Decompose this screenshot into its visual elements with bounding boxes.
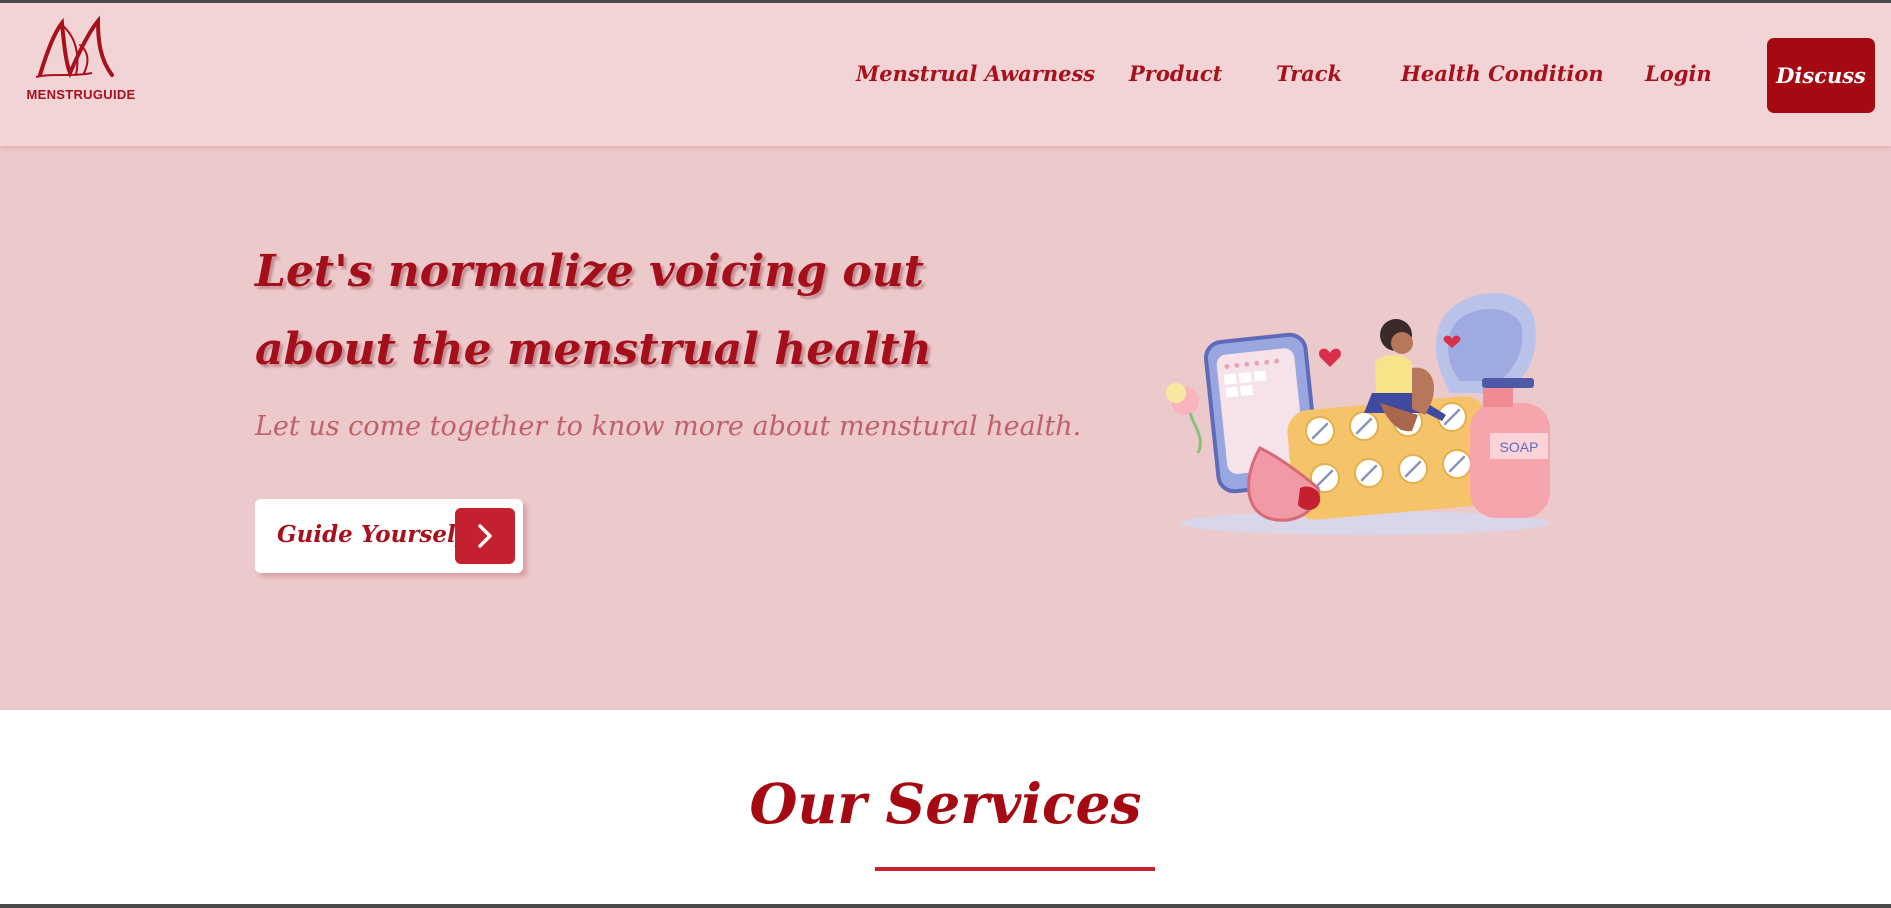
hero-section: Let's normalize voicing out about the me… bbox=[0, 143, 1891, 710]
discuss-button[interactable]: Discuss bbox=[1767, 38, 1875, 113]
top-navbar: MENSTRUGUIDE Menstrual Awarness Product … bbox=[0, 3, 1891, 146]
nav-link-health-condition[interactable]: Health Condition bbox=[1401, 61, 1604, 86]
guide-yourself-label: Guide Yourself bbox=[277, 521, 466, 548]
services-title: Our Services bbox=[749, 771, 1142, 836]
guide-yourself-button[interactable]: Guide Yourself bbox=[255, 499, 523, 573]
hero-title: Let's normalize voicing out about the me… bbox=[255, 246, 932, 375]
chevron-right-icon bbox=[455, 508, 515, 564]
soap-label: SOAP bbox=[1500, 439, 1539, 455]
nav-link-login[interactable]: Login bbox=[1645, 61, 1712, 86]
nav-link-menstrual-awarness[interactable]: Menstrual Awarness bbox=[856, 61, 1095, 86]
menstrual-products-illustration: SOAP bbox=[1166, 293, 1550, 535]
services-title-underline bbox=[875, 867, 1155, 871]
brand-name: MENSTRUGUIDE bbox=[26, 87, 136, 102]
nav-link-track[interactable]: Track bbox=[1276, 61, 1342, 86]
logo-mark-icon bbox=[35, 15, 114, 79]
nav-link-product[interactable]: Product bbox=[1129, 61, 1222, 86]
hero-subtitle: Let us come together to know more about … bbox=[255, 411, 1082, 442]
logo[interactable]: MENSTRUGUIDE bbox=[26, 15, 136, 110]
